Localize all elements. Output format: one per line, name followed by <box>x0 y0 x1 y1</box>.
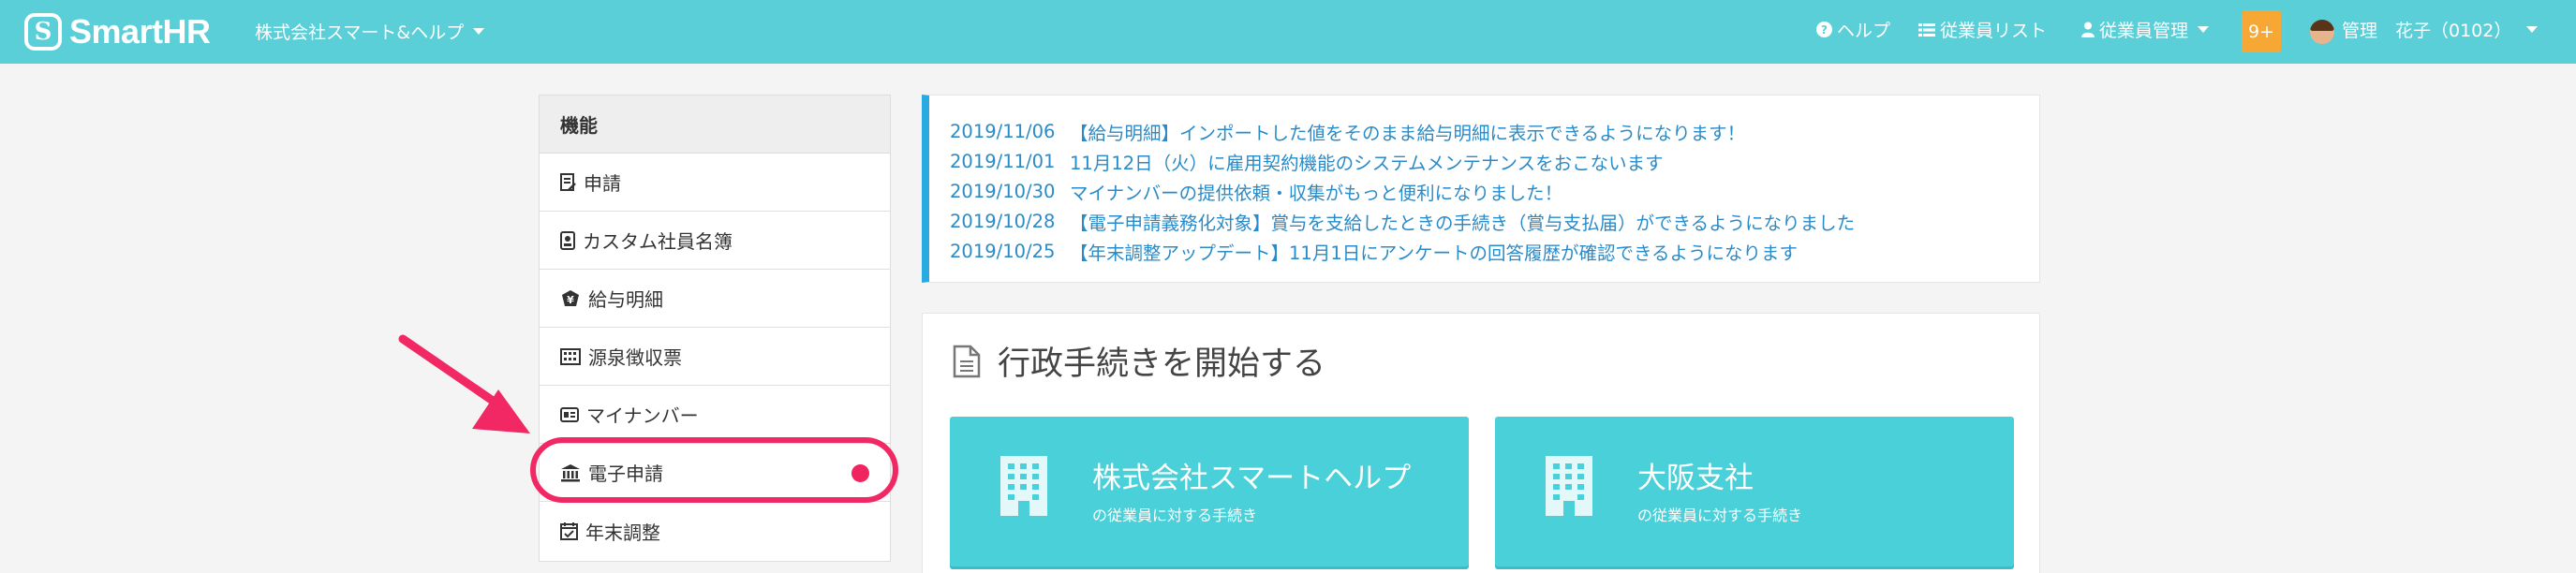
sidebar-item-withholding[interactable]: 源泉徴収票 <box>540 328 890 386</box>
sidebar-item-label: マイナンバー <box>586 404 699 427</box>
question-circle-icon: ? <box>1816 22 1832 37</box>
user-icon <box>2081 22 2095 37</box>
procedure-card-sub: の従業員に対する手続き <box>1637 507 1803 524</box>
news-item[interactable]: 2019/11/06 【給与明細】インポートした値をそのまま給与明細に表示できるよ… <box>950 116 2039 146</box>
calculator-icon <box>560 347 581 365</box>
sidebar-item-year-end[interactable]: 年末調整 <box>540 502 890 560</box>
notification-badge[interactable]: 9+ <box>2242 10 2281 52</box>
news-item[interactable]: 2019/11/01 11月12日（火）に雇用契約機能のシステムメンテナンスをおこ… <box>950 146 2039 176</box>
annotation-arrow-icon <box>398 334 530 433</box>
svg-text:¥: ¥ <box>567 294 574 306</box>
sidebar-item-mynumber[interactable]: マイナンバー <box>540 386 890 444</box>
procedure-card-sub: の従業員に対する手続き <box>1092 507 1258 524</box>
sidebar-item-label: 申請 <box>584 172 621 195</box>
news-date: 2019/11/01 <box>950 150 1056 172</box>
news-date: 2019/10/28 <box>950 210 1056 232</box>
procedure-card-head-office[interactable]: 株式会社スマートヘルプ の従業員に対する手続き <box>950 417 1469 566</box>
building-icon <box>1546 456 1592 516</box>
building-icon <box>1000 456 1047 516</box>
sidebar-item-custom-roster[interactable]: カスタム社員名簿 <box>540 212 890 270</box>
procedure-card-name: 大阪支社 <box>1637 462 1754 495</box>
sidebar-item-label: 給与明細 <box>588 288 663 311</box>
user-menu[interactable]: 管理 花子（0102） <box>2342 17 2539 42</box>
help-label: ヘルプ <box>1837 21 1891 41</box>
news-panel: 2019/11/06 【給与明細】インポートした値をそのまま給与明細に表示できるよ… <box>922 95 2040 283</box>
id-badge-icon <box>560 230 575 250</box>
news-date: 2019/10/25 <box>950 240 1056 262</box>
sidebar-item-payslip[interactable]: ¥ 給与明細 <box>540 270 890 328</box>
sidebar-item-label: 源泉徴収票 <box>588 346 682 369</box>
help-link[interactable]: ? ヘルプ <box>1816 17 1890 42</box>
avatar[interactable] <box>2310 20 2334 44</box>
sidebar-item-request[interactable]: 申請 <box>540 154 890 212</box>
news-text: 【給与明細】インポートした値をそのまま給与明細に表示できるようになります！ <box>1070 122 1746 144</box>
employee-manage-menu[interactable]: 従業員管理 <box>2081 17 2210 42</box>
news-text: マイナンバーの提供依頼・収集がもっと便利になりました！ <box>1070 182 1563 204</box>
employee-manage-label: 従業員管理 <box>2099 21 2189 41</box>
user-name: 管理 花子（0102） <box>2342 21 2512 41</box>
news-date: 2019/10/30 <box>950 180 1056 202</box>
chevron-down-icon <box>2526 26 2539 33</box>
news-item[interactable]: 2019/10/25 【年末調整アップデート】11月1日にアンケートの回答履歴が確… <box>950 236 2039 266</box>
procedures-title: 行政手続きを開始する <box>953 337 1325 385</box>
news-text: 【電子申請義務化対象】賞与を支給したときの手続き（賞与支払届）ができるようになり… <box>1070 212 1856 234</box>
yen-icon: ¥ <box>562 289 579 306</box>
highlight-ring <box>530 437 898 503</box>
news-text: 【年末調整アップデート】11月1日にアンケートの回答履歴が確認できるようになりま… <box>1070 242 1799 264</box>
id-card-icon <box>560 406 579 422</box>
news-item[interactable]: 2019/10/28 【電子申請義務化対象】賞与を支給したときの手続き（賞与支払届… <box>950 206 2039 236</box>
news-date: 2019/11/06 <box>950 120 1056 142</box>
procedures-title-text: 行政手続きを開始する <box>998 345 1326 383</box>
svg-text:?: ? <box>1821 23 1828 37</box>
employee-list-label: 従業員リスト <box>1940 21 2048 41</box>
list-icon <box>1918 22 1935 37</box>
document-icon <box>953 345 981 377</box>
employee-list-link[interactable]: 従業員リスト <box>1918 17 2047 42</box>
news-item[interactable]: 2019/10/30 マイナンバーの提供依頼・収集がもっと便利になりました！ <box>950 176 2039 206</box>
chevron-down-icon <box>2198 26 2210 33</box>
procedure-card-name: 株式会社スマートヘルプ <box>1092 462 1412 495</box>
procedures-panel: 行政手続きを開始する 株式会社スマートヘルプ の従業員に対する手続き 大阪支社 … <box>922 313 2040 573</box>
news-text: 11月12日（火）に雇用契約機能のシステムメンテナンスをおこないます <box>1070 152 1664 174</box>
calendar-check-icon <box>560 522 578 540</box>
sidebar-item-label: カスタム社員名簿 <box>583 230 733 253</box>
procedure-card-osaka[interactable]: 大阪支社 の従業員に対する手続き <box>1495 417 2014 566</box>
form-icon <box>560 172 576 191</box>
sidebar-heading: 機能 <box>540 96 890 154</box>
sidebar-item-label: 年末調整 <box>585 521 660 544</box>
